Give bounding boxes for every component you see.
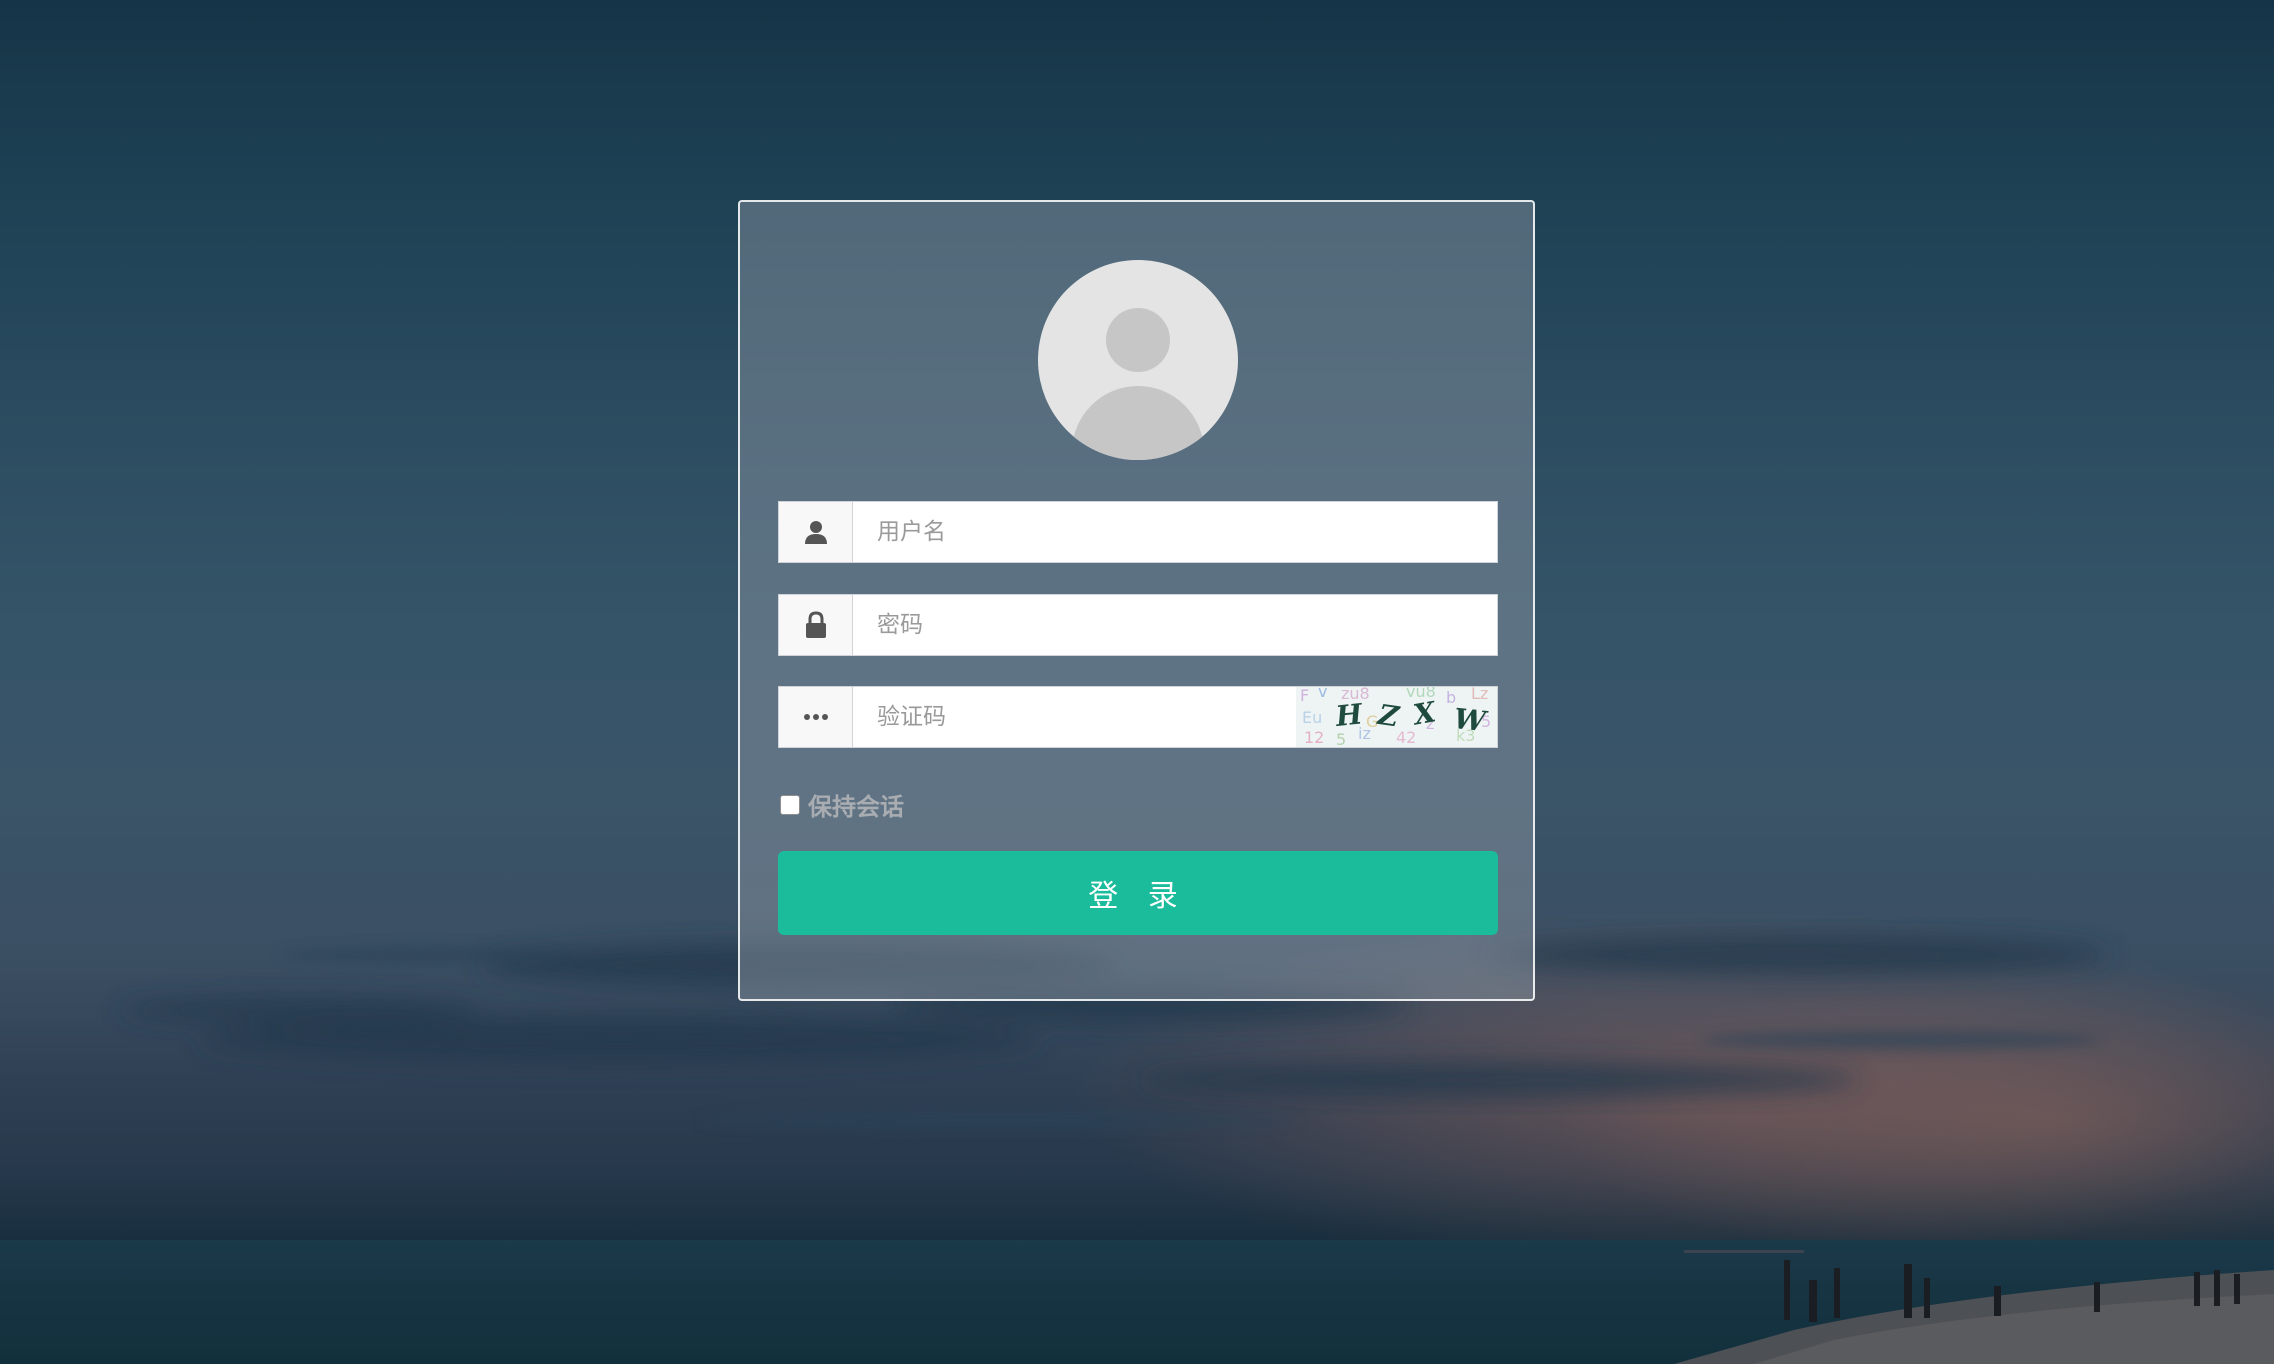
remember-checkbox[interactable]: [780, 794, 800, 815]
login-card: F v zu8 vu8 b Lz Eu G z 12 5 iz 42 k3 5 …: [738, 200, 1535, 1001]
login-button[interactable]: 登 录: [778, 851, 1498, 935]
beach-scene: [1674, 1250, 2274, 1364]
avatar: [1038, 260, 1238, 460]
lock-icon: [779, 595, 853, 655]
captcha-image[interactable]: F v zu8 vu8 b Lz Eu G z 12 5 iz 42 k3 5 …: [1296, 687, 1497, 747]
ellipsis-icon: [779, 687, 853, 747]
captcha-char: H: [1333, 697, 1365, 733]
username-row: [778, 501, 1498, 563]
svg-text:12: 12: [1304, 728, 1324, 747]
user-icon: [779, 502, 853, 562]
svg-text:Eu: Eu: [1302, 708, 1322, 727]
password-row: [778, 594, 1498, 656]
username-input[interactable]: [853, 502, 1497, 562]
svg-text:F: F: [1300, 687, 1309, 705]
captcha-row: F v zu8 vu8 b Lz Eu G z 12 5 iz 42 k3 5 …: [778, 686, 1498, 748]
captcha-input[interactable]: [853, 687, 1296, 747]
svg-text:42: 42: [1396, 728, 1416, 747]
captcha-char: W: [1452, 702, 1489, 738]
svg-text:v: v: [1318, 687, 1327, 701]
remember-label: 保持会话: [808, 793, 904, 821]
password-input[interactable]: [853, 595, 1497, 655]
avatar-shoulders: [1072, 386, 1204, 460]
svg-text:Lz: Lz: [1471, 687, 1488, 703]
avatar-head: [1106, 308, 1170, 372]
remember-session[interactable]: 保持会话: [780, 787, 904, 822]
